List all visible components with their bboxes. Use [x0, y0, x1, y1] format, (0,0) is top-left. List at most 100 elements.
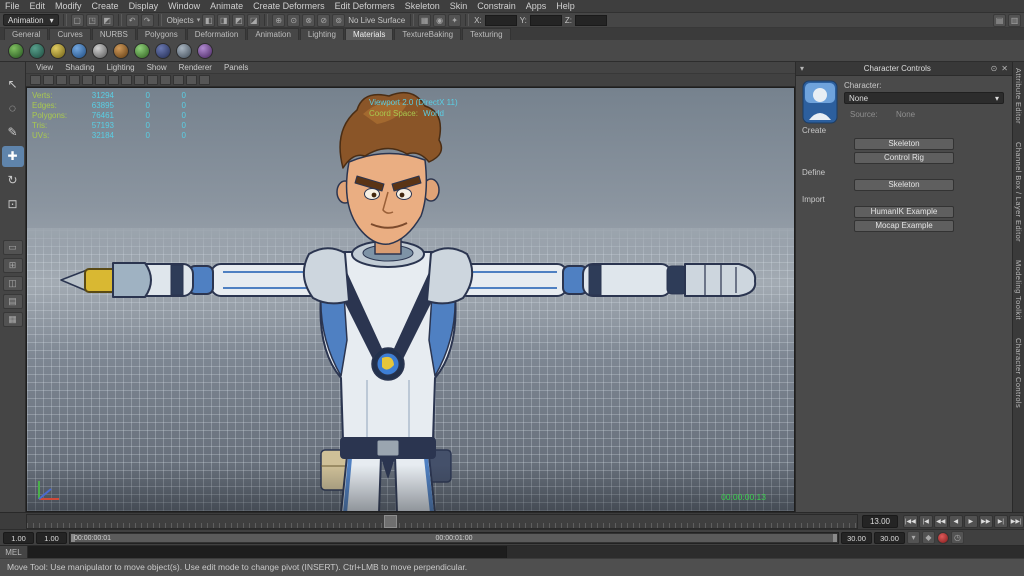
- menu-item[interactable]: Edit: [25, 0, 51, 12]
- ipr-render-icon[interactable]: ◉: [433, 14, 446, 27]
- shelf-tab[interactable]: Lighting: [300, 28, 344, 40]
- viewport-canvas[interactable]: Verts: 31294 0 0 Edges: 63895 0 0 Polygo…: [26, 87, 795, 512]
- layout-four-pane-icon[interactable]: ⊞: [3, 258, 23, 273]
- snap-to-plane-icon[interactable]: ⊘: [317, 14, 330, 27]
- viewport-toolbar-icon[interactable]: [186, 75, 197, 85]
- scale-tool-icon[interactable]: ⊡: [2, 194, 24, 215]
- shelf-tab[interactable]: Deformation: [187, 28, 247, 40]
- menu-set-selector[interactable]: Animation ▾: [3, 14, 59, 26]
- shelf-tab[interactable]: NURBS: [92, 28, 136, 40]
- character-set-menu-icon[interactable]: ▾: [907, 531, 920, 544]
- create-skeleton-button[interactable]: Skeleton: [854, 138, 954, 150]
- viewport-menu-item[interactable]: Shading: [60, 62, 99, 73]
- import-mocap-example-button[interactable]: Mocap Example: [854, 220, 954, 232]
- layout-hypershade-icon[interactable]: ▦: [3, 312, 23, 327]
- panel-menu-icon[interactable]: ▾: [800, 63, 804, 75]
- layout-outliner-icon[interactable]: ▤: [3, 294, 23, 309]
- import-humanik-example-button[interactable]: HumanIK Example: [854, 206, 954, 218]
- status-group-divider[interactable]: [410, 14, 414, 26]
- viewport-toolbar-icon[interactable]: [82, 75, 93, 85]
- menu-item[interactable]: Constrain: [472, 0, 521, 12]
- playback-end-field[interactable]: 30.00: [841, 532, 872, 544]
- menu-item[interactable]: Edit Deformers: [330, 0, 400, 12]
- input-z-field[interactable]: [575, 15, 607, 26]
- step-forward-frame-button[interactable]: ▶|: [994, 515, 1008, 528]
- create-control-rig-button[interactable]: Control Rig: [854, 152, 954, 164]
- select-component-mask-icon[interactable]: ◩: [232, 14, 245, 27]
- viewport-toolbar-icon[interactable]: [56, 75, 67, 85]
- shelf-tab[interactable]: Polygons: [137, 28, 186, 40]
- menu-item[interactable]: File: [0, 0, 25, 12]
- shading-map-material-icon[interactable]: [197, 43, 213, 59]
- make-live-icon[interactable]: ⊚: [332, 14, 345, 27]
- layout-single-pane-icon[interactable]: ▭: [3, 240, 23, 255]
- select-render-mask-icon[interactable]: ◪: [247, 14, 260, 27]
- layered-shader-icon[interactable]: [155, 43, 171, 59]
- viewport-toolbar-icon[interactable]: [147, 75, 158, 85]
- current-frame-marker[interactable]: [384, 515, 397, 528]
- status-group-divider[interactable]: [63, 14, 67, 26]
- layout-two-pane-icon[interactable]: ◫: [3, 276, 23, 291]
- menu-item[interactable]: Skeleton: [400, 0, 445, 12]
- playback-start-field[interactable]: 1.00: [36, 532, 67, 544]
- viewport-toolbar-icon[interactable]: [160, 75, 171, 85]
- time-slider-track[interactable]: [26, 514, 858, 529]
- status-group-divider[interactable]: [118, 14, 122, 26]
- snap-to-curve-icon[interactable]: ⊙: [287, 14, 300, 27]
- phong-material-icon[interactable]: [92, 43, 108, 59]
- sidebar-tab[interactable]: Attribute Editor: [1014, 68, 1023, 124]
- show-ui-elements-icon[interactable]: ▤: [993, 14, 1006, 27]
- paint-select-tool-icon[interactable]: ✎: [2, 122, 24, 143]
- menu-item[interactable]: Create: [87, 0, 124, 12]
- new-scene-icon[interactable]: ▢: [71, 14, 84, 27]
- character-model[interactable]: [27, 88, 795, 512]
- set-key-icon[interactable]: ◆: [922, 531, 935, 544]
- menu-item[interactable]: Modify: [50, 0, 87, 12]
- menu-item[interactable]: Create Deformers: [248, 0, 330, 12]
- select-object-mask-icon[interactable]: ◨: [217, 14, 230, 27]
- go-to-start-button[interactable]: |◀◀: [903, 515, 918, 528]
- menu-item[interactable]: Window: [163, 0, 205, 12]
- viewport-toolbar-icon[interactable]: [95, 75, 106, 85]
- render-icon[interactable]: ▦: [418, 14, 431, 27]
- redo-icon[interactable]: ↷: [141, 14, 154, 27]
- character-avatar-icon[interactable]: [802, 80, 838, 124]
- go-to-end-button[interactable]: ▶▶|: [1009, 515, 1024, 528]
- move-tool-icon[interactable]: ✚: [2, 146, 24, 167]
- character-dropdown[interactable]: None ▾: [844, 92, 1004, 104]
- viewport-toolbar-icon[interactable]: [69, 75, 80, 85]
- close-icon[interactable]: ✕: [1001, 63, 1008, 75]
- viewport-toolbar-icon[interactable]: [173, 75, 184, 85]
- shelf-tab[interactable]: Animation: [247, 28, 299, 40]
- rotate-tool-icon[interactable]: ↻: [2, 170, 24, 191]
- current-frame-field[interactable]: 13.00: [862, 515, 898, 528]
- menu-item[interactable]: Help: [551, 0, 580, 12]
- lambert-material-icon[interactable]: [71, 43, 87, 59]
- viewport-menu-item[interactable]: Show: [142, 62, 172, 73]
- shelf-tab[interactable]: Curves: [49, 28, 90, 40]
- animation-end-field[interactable]: 30.00: [874, 532, 905, 544]
- pin-icon[interactable]: ⊙: [991, 63, 998, 75]
- surface-shader-icon[interactable]: [134, 43, 150, 59]
- lasso-tool-icon[interactable]: ◌: [2, 98, 24, 119]
- play-backward-button[interactable]: ◀: [949, 515, 963, 528]
- sidebar-tab[interactable]: Character Controls: [1014, 338, 1023, 408]
- save-scene-icon[interactable]: ◩: [101, 14, 114, 27]
- anisotropic-material-icon[interactable]: [8, 43, 24, 59]
- command-language-toggle[interactable]: MEL: [0, 546, 28, 558]
- step-back-key-button[interactable]: ◀◀: [934, 515, 948, 528]
- animation-start-field[interactable]: 1.00: [3, 532, 34, 544]
- status-group-divider[interactable]: [465, 14, 469, 26]
- blinn-material-icon[interactable]: [29, 43, 45, 59]
- menu-item[interactable]: Apps: [521, 0, 552, 12]
- auto-keyframe-toggle-icon[interactable]: [937, 532, 949, 544]
- viewport-toolbar-icon[interactable]: [30, 75, 41, 85]
- source-value[interactable]: None: [896, 110, 915, 119]
- input-y-field[interactable]: [530, 15, 562, 26]
- shelf-tab[interactable]: Texturing: [462, 28, 510, 40]
- viewport-menu-item[interactable]: Lighting: [102, 62, 140, 73]
- status-group-divider[interactable]: [264, 14, 268, 26]
- range-slider-bar[interactable]: 00:00:00:01 00:00:01:00: [69, 532, 839, 544]
- menu-item[interactable]: Skin: [445, 0, 473, 12]
- viewport-menu-item[interactable]: Renderer: [174, 62, 217, 73]
